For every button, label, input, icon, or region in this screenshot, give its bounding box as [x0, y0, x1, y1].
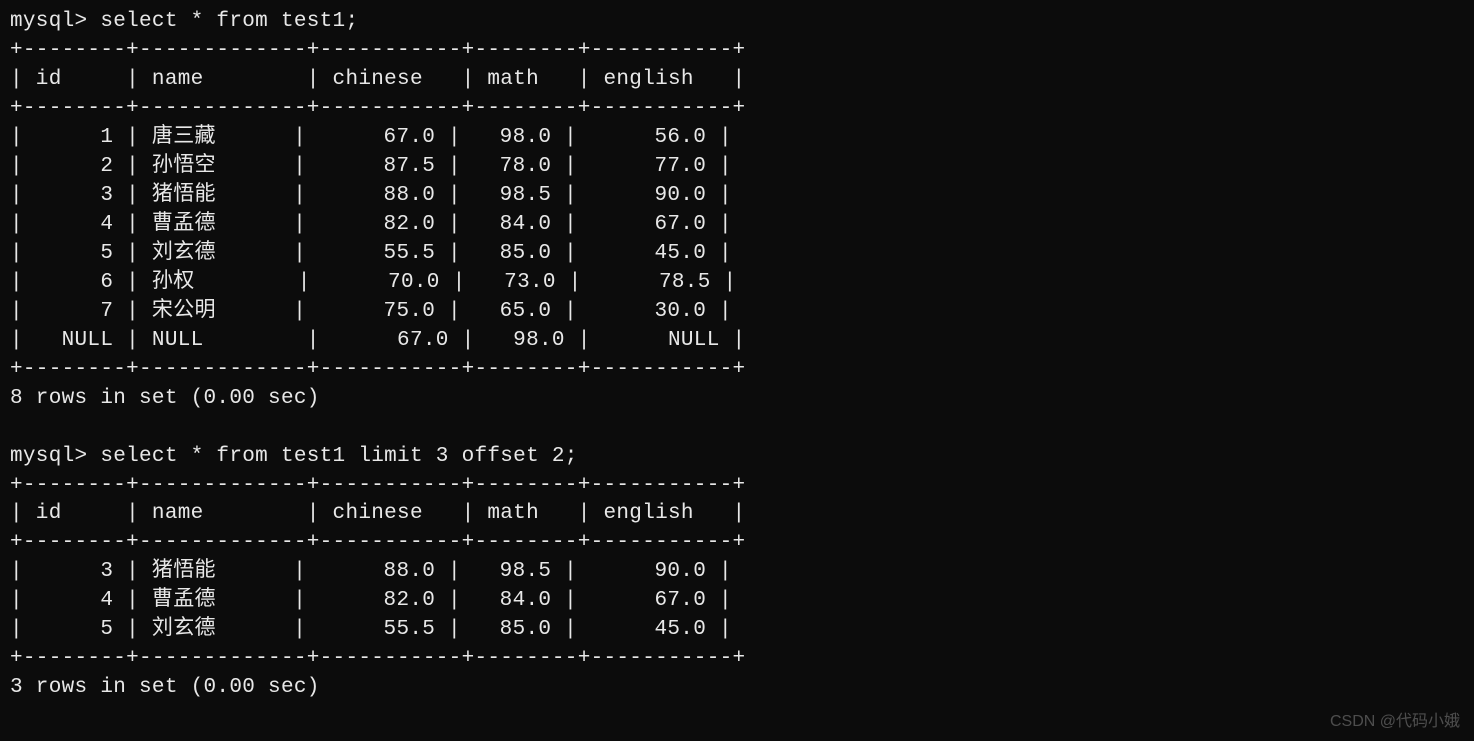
- mysql-terminal-output: mysql> select * from test1; +--------+--…: [10, 8, 1464, 703]
- csdn-watermark: CSDN @代码小娥: [1330, 711, 1460, 733]
